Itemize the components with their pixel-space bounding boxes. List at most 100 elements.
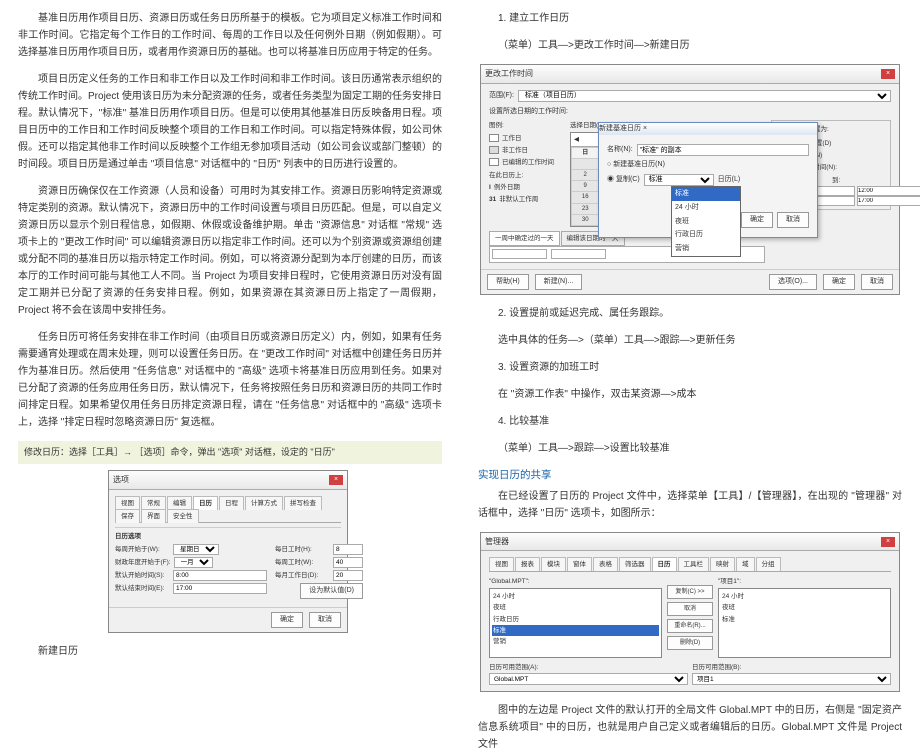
step-3: 3. 设置资源的加班工时 <box>478 359 902 376</box>
nondef-icon: 31 <box>489 194 496 205</box>
step-2-sub: 选中具体的任务—>（菜单）工具—>跟踪—>更新任务 <box>478 332 902 349</box>
close-icon[interactable]: × <box>643 125 647 132</box>
exception-icon: I <box>489 182 491 193</box>
close-icon[interactable]: × <box>881 537 895 547</box>
tab-security[interactable]: 安全性 <box>167 509 199 523</box>
dpm-input[interactable] <box>333 570 363 581</box>
def-end-label: 默认结束时间(E): <box>115 583 170 594</box>
step-4: 4. 比较基准 <box>478 413 902 430</box>
nbc-radio-new[interactable]: ○ 新建基准日历(N) <box>607 159 665 171</box>
new-base-calendar-dialog: 新建基准日历 × 名称(N): ○ 新建基准日历(N) ◉ 复制(C) 标准 日… <box>598 122 818 238</box>
tab-calc[interactable]: 计算方式 <box>245 496 283 510</box>
dpm-label: 每月工作日(D): <box>275 570 330 581</box>
help-button[interactable]: 帮助(H) <box>487 274 529 290</box>
manager-dialog: 管理器 × 视图 报表 模块 窗体 表格 筛选器 日历 工具栏 映射 域 分组 … <box>480 532 900 693</box>
tab-ui[interactable]: 界面 <box>141 509 166 523</box>
cancel-button[interactable]: 取消 <box>861 274 893 290</box>
nbc-ok-button[interactable]: 确定 <box>741 212 773 228</box>
for-label: 范围(F): <box>489 90 514 102</box>
nbc-copy-select[interactable]: 标准 <box>644 174 714 186</box>
close-icon[interactable]: × <box>881 69 895 79</box>
hpw-input[interactable] <box>333 557 363 568</box>
ok-button[interactable]: 确定 <box>271 612 303 628</box>
new-calendar-button[interactable]: 新建(N)... <box>535 274 583 290</box>
swatch-work <box>489 134 499 142</box>
mgr-cancel-button[interactable]: 取消 <box>667 602 713 616</box>
set-default-button[interactable]: 设为默认值(D) <box>300 583 363 599</box>
nbc-title: 新建基准日历 <box>599 125 641 132</box>
step-4-sub: （菜单）工具—>跟踪—>设置比较基准 <box>478 440 902 457</box>
mgr-tabs[interactable]: 视图 报表 模块 窗体 表格 筛选器 日历 工具栏 映射 域 分组 <box>489 557 891 572</box>
options-dialog: 选项 × 视图 常规 编辑 日历 日程 计算方式 拼写检查 保存 界面 安全性 … <box>108 470 348 633</box>
tab-calendar[interactable]: 日历 <box>193 496 218 510</box>
mgr-avail-right-select[interactable]: 项目1 <box>692 673 891 685</box>
group-calendar-options: 日历选项 <box>115 527 341 542</box>
week-start-select[interactable]: 星期日 <box>173 544 219 555</box>
dd-opt-standard[interactable]: 标准 <box>672 187 740 201</box>
cwt-title: 更改工作时间 <box>485 67 533 81</box>
def-start-input[interactable] <box>173 570 267 581</box>
def-end-input[interactable] <box>173 583 267 594</box>
mgr-avail-left-label: 日历可用范围(A): <box>489 662 688 673</box>
dd-opt-night[interactable]: 夜班 <box>672 215 740 229</box>
for-select[interactable]: 标准（项目日历） <box>518 90 891 102</box>
nbc-dropdown-list[interactable]: 标准 24 小时 夜班 行政日历 营销 <box>671 186 741 257</box>
mgr-left-label: "Global.MPT": <box>489 576 662 587</box>
tab-spell[interactable]: 拼写检查 <box>284 496 322 510</box>
swatch-nonwork <box>489 146 499 154</box>
mgr-left-list[interactable]: 24 小时 夜班 行政日历 标准 营销 <box>489 588 662 658</box>
step-2: 2. 设置提前或延迟完成、属任务跟踪。 <box>478 305 902 322</box>
dd-opt-marketing[interactable]: 营销 <box>672 242 740 256</box>
nbc-name-input[interactable] <box>637 144 809 156</box>
mgr-tab-calendar[interactable]: 日历 <box>652 557 677 571</box>
nbc-name-label: 名称(N): <box>607 144 633 156</box>
fy-start-label: 财政年度开始于(F): <box>115 557 171 568</box>
mgr-right-list[interactable]: 24 小时 夜班 标准 <box>718 588 891 658</box>
footer-para: 图中的左边是 Project 文件的默认打开的全局文件 Global.MPT 中… <box>478 702 902 753</box>
fy-start-select[interactable]: 一月 <box>174 557 213 568</box>
mgr-copy-button[interactable]: 复制(C) >> <box>667 585 713 599</box>
tab-save[interactable]: 保存 <box>115 509 140 523</box>
week-start-label: 每周开始于(W): <box>115 544 170 555</box>
caption-new-calendar: 新建日历 <box>18 643 442 660</box>
hpd-input[interactable] <box>333 544 363 555</box>
hint-modify-calendar: 修改日历：选择［工具］→ ［选项］命令，弹出 "选项" 对话框，设定的 "日历" <box>18 441 442 464</box>
cancel-button[interactable]: 取消 <box>309 612 341 628</box>
hpw-label: 每周工时(W): <box>275 557 330 568</box>
t-to-1[interactable] <box>857 186 920 196</box>
mgr-title: 管理器 <box>485 535 509 549</box>
share-title: 实现日历的共享 <box>478 467 902 485</box>
ok-button[interactable]: 确定 <box>823 274 855 290</box>
options-tabs[interactable]: 视图 常规 编辑 日历 日程 计算方式 拼写检查 保存 界面 安全性 <box>115 496 341 523</box>
close-icon[interactable]: × <box>329 475 343 485</box>
step-1-sub: （菜单）工具—>更改工作时间—>新建日历 <box>478 37 902 54</box>
para-task-calendar: 任务日历可将任务安排在非工作时间（由项目日历或资源日历定义）内，例如，如果有任务… <box>18 329 442 431</box>
share-para: 在已经设置了日历的 Project 文件中，选择菜单【工具】/【管理器】，在出现… <box>478 488 902 522</box>
mgr-avail-right-label: 日历可用范围(B): <box>692 662 891 673</box>
swatch-edited <box>489 158 499 166</box>
mgr-avail-left-select[interactable]: Global.MPT <box>489 673 688 685</box>
t-to-2[interactable] <box>857 196 920 206</box>
step-1: 1. 建立工作日历 <box>478 10 902 27</box>
dd-opt-24h[interactable]: 24 小时 <box>672 201 740 215</box>
tab-general[interactable]: 常规 <box>141 496 166 510</box>
legend-label: 图例: <box>489 120 564 131</box>
dd-opt-admin[interactable]: 行政日历 <box>672 228 740 242</box>
tab-schedule[interactable]: 日程 <box>219 496 244 510</box>
options-button[interactable]: 选项(O)... <box>769 274 817 290</box>
exc-name-input[interactable] <box>492 249 547 259</box>
tab-edit[interactable]: 编辑 <box>167 496 192 510</box>
nbc-cancel-button[interactable]: 取消 <box>777 212 809 228</box>
para-base-calendar: 基准日历用作项目日历、资源日历或任务日历所基于的模板。它为项目定义标准工作时间和… <box>18 10 442 61</box>
step-3-sub: 在 "资源工作表" 中操作，双击某资源—>成本 <box>478 386 902 403</box>
exc-date-input[interactable] <box>551 249 606 259</box>
prev-month-icon[interactable]: ◀ <box>574 134 579 145</box>
tab-view[interactable]: 视图 <box>115 496 140 510</box>
para-resource-calendar: 资源日历确保仅在工作资源（人员和设备）可用时为其安排工作。资源日历影响特定资源或… <box>18 183 442 319</box>
para-project-calendar: 项目日历定义任务的工作日和非工作日以及工作时间和非工作时间。该日历通常表示组织的… <box>18 71 442 173</box>
mgr-delete-button[interactable]: 删除(D) <box>667 636 713 650</box>
mgr-rename-button[interactable]: 重命名(R)... <box>667 619 713 633</box>
hpd-label: 每日工时(H): <box>275 544 330 555</box>
tab-week-day[interactable]: 一周中确定过的一天 <box>489 231 560 246</box>
nbc-radio-copy[interactable]: ◉ 复制(C) <box>607 174 640 186</box>
